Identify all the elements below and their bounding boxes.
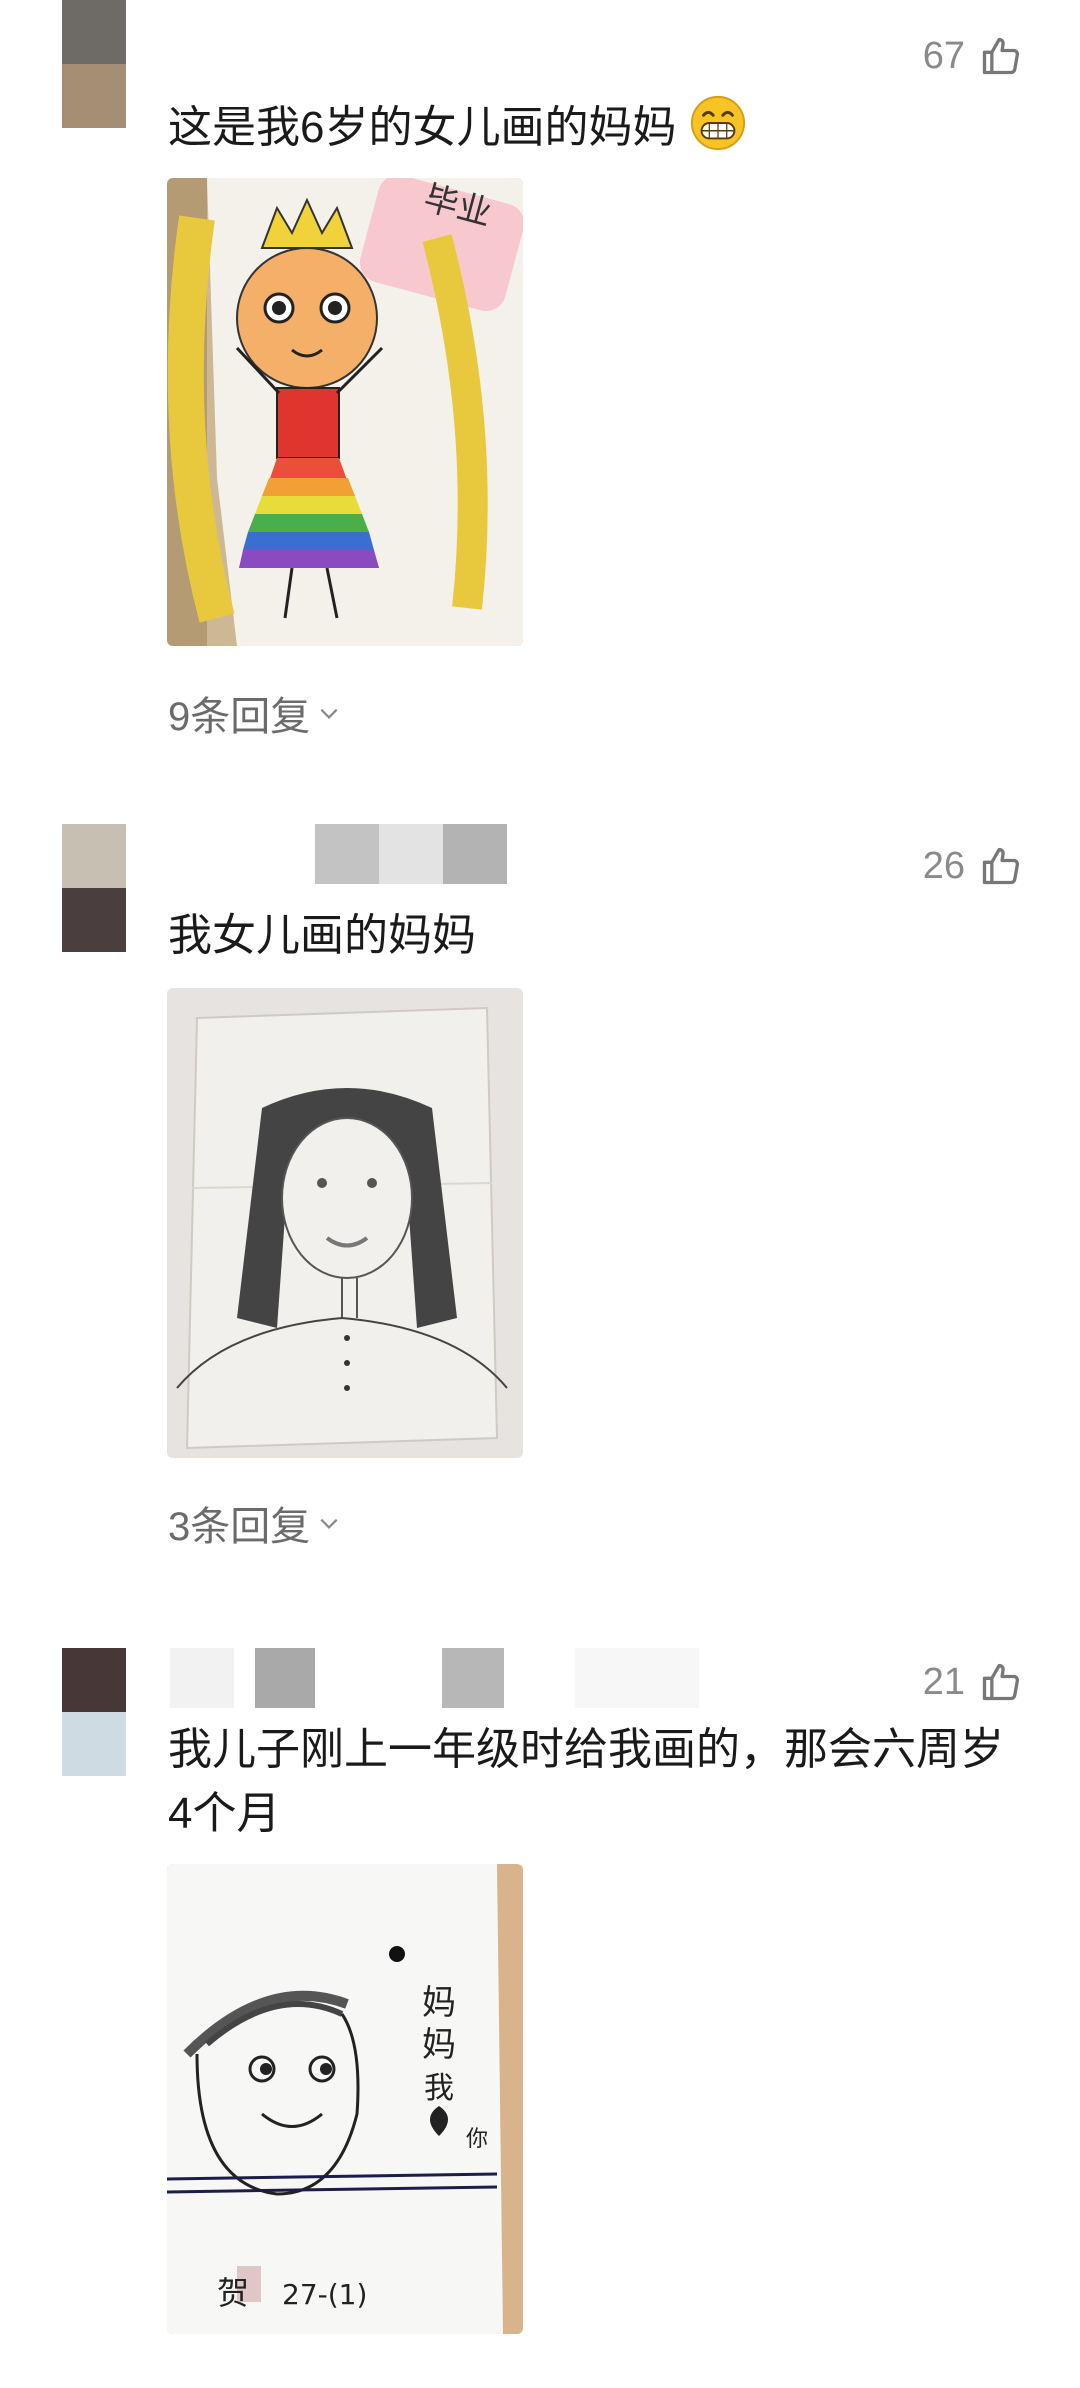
svg-text:27-(1): 27-(1) <box>282 2278 367 2311</box>
svg-text:贺: 贺 <box>217 2274 249 2312</box>
comment-text: 我儿子刚上一年级时给我画的，那会六周岁4个月 <box>168 1725 1004 1838</box>
thumbs-up-icon[interactable] <box>979 844 1023 888</box>
avatar[interactable] <box>62 0 126 128</box>
like-control[interactable]: 21 <box>923 1660 1023 1704</box>
avatar[interactable] <box>62 824 126 952</box>
like-control[interactable]: 67 <box>923 34 1023 78</box>
svg-text:妈: 妈 <box>422 2025 456 2065</box>
svg-text:妈: 妈 <box>422 1983 456 2023</box>
comment-photo[interactable] <box>167 988 523 1458</box>
like-count: 26 <box>922 844 965 887</box>
comment-text: 我女儿画的妈妈 <box>168 911 476 960</box>
view-replies-button[interactable]: 9条回复 <box>168 684 340 742</box>
avatar[interactable] <box>62 1648 126 1776</box>
thumbs-up-icon[interactable] <box>979 34 1023 78</box>
username-blurred[interactable] <box>170 1648 730 1708</box>
comment-photo[interactable]: 毕业 <box>167 178 523 646</box>
view-replies-button[interactable]: 3条回复 <box>168 1494 340 1552</box>
like-count: 67 <box>922 34 965 77</box>
username-blurred[interactable] <box>170 824 510 884</box>
like-count: 21 <box>922 1660 965 1703</box>
thumbs-up-icon[interactable] <box>979 1660 1023 1704</box>
chevron-down-icon <box>320 708 338 719</box>
svg-text:你: 你 <box>466 2127 488 2152</box>
comment-text: 这是我6岁的女儿画的妈妈 <box>168 94 1038 160</box>
comment-photo[interactable]: 妈 妈 我 你 贺 27-(1) <box>167 1864 523 2334</box>
svg-text:我: 我 <box>424 2071 454 2106</box>
like-control[interactable]: 26 <box>923 844 1023 888</box>
grinning-emoji-icon <box>690 95 745 151</box>
chevron-down-icon <box>320 1518 338 1529</box>
